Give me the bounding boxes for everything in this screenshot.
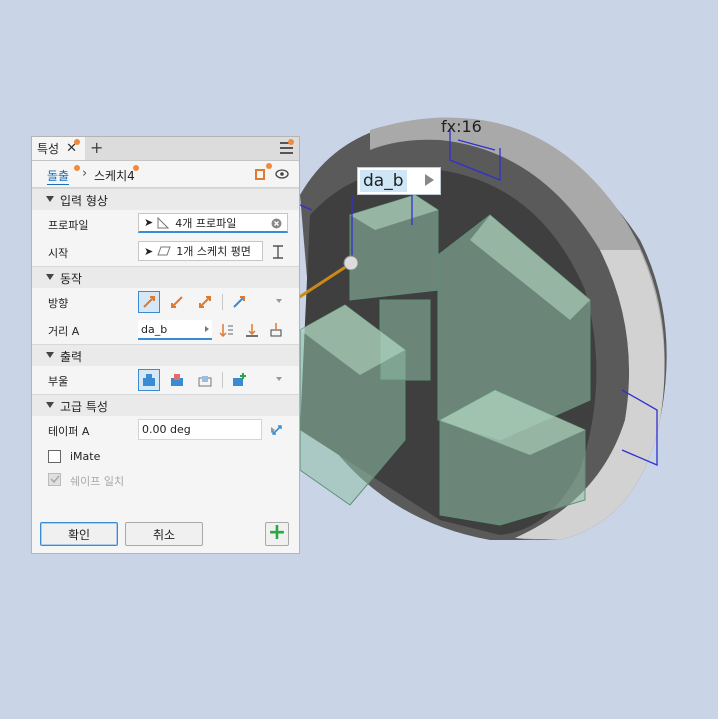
properties-panel: 특성 ✕ + 돌출 › 스케치4 입력 형상 프로파일 ➤ 4개 프로파일 시작… — [31, 136, 300, 554]
boolean-row: 부울 — [32, 366, 299, 394]
apply-add-icon[interactable]: + — [265, 522, 289, 546]
divider — [222, 372, 223, 388]
panel-tab-bar: 특성 ✕ + — [32, 137, 299, 161]
start-selector[interactable]: ➤ 1개 스케치 평면 — [138, 241, 263, 261]
section-advanced-label: 고급 특성 — [60, 400, 108, 414]
direction-default-icon — [143, 296, 155, 308]
feature-badge-icon — [74, 165, 80, 171]
cursor-arrow-icon: ➤ — [144, 244, 154, 258]
plane-icon — [157, 246, 171, 256]
add-tab-icon[interactable]: + — [90, 138, 103, 157]
collapse-triangle-icon[interactable] — [46, 352, 54, 358]
chevron-down-icon[interactable] — [276, 299, 282, 303]
new-solid-icon — [233, 373, 246, 386]
collapse-triangle-icon[interactable] — [46, 402, 54, 408]
start-offset-icon[interactable] — [272, 245, 284, 259]
section-advanced[interactable]: 고급 특성 — [32, 394, 299, 416]
new-solid-button[interactable] — [228, 369, 250, 391]
tab-properties-label: 특성 — [37, 142, 60, 156]
chevron-right-icon: › — [82, 166, 88, 181]
to-next-icon[interactable] — [244, 322, 260, 338]
taper-row: 테이퍼 A 0.00 deg — [32, 416, 299, 444]
distance-label: 거리 A — [48, 325, 80, 338]
intersect-icon — [198, 376, 212, 387]
cut-icon — [171, 374, 183, 386]
taper-label: 테이퍼 A — [48, 425, 90, 438]
section-behavior-label: 동작 — [60, 272, 83, 286]
direction-row: 방향 — [32, 288, 299, 316]
direction-label: 방향 — [48, 297, 69, 310]
section-input-geometry-label: 입력 형상 — [60, 194, 108, 208]
chevron-down-icon[interactable] — [276, 377, 282, 381]
section-output[interactable]: 출력 — [32, 344, 299, 366]
taper-value: 0.00 deg — [142, 423, 191, 436]
breadcrumb-feature[interactable]: 돌출 — [47, 167, 70, 185]
section-behavior[interactable]: 동작 — [32, 266, 299, 288]
sketch-badge-icon — [133, 165, 139, 171]
cancel-button[interactable]: 취소 — [125, 522, 203, 546]
profile-icon — [157, 216, 170, 228]
boolean-cut-button[interactable] — [166, 369, 188, 391]
to-face-icon[interactable] — [268, 322, 284, 338]
dimension-value[interactable]: da_b — [360, 170, 407, 192]
distance-row: 거리 A da_b — [32, 316, 299, 344]
direction-asymmetric-icon — [233, 296, 245, 308]
boolean-intersect-button[interactable] — [194, 369, 216, 391]
direction-default-button[interactable] — [138, 291, 160, 313]
direction-flipped-button[interactable] — [166, 291, 188, 313]
join-icon — [143, 374, 155, 386]
start-row: 시작 ➤ 1개 스케치 평면 — [32, 238, 299, 266]
cursor-arrow-icon: ➤ — [144, 216, 154, 229]
match-shape-row: 쉐이프 일치 — [32, 467, 299, 490]
checkmark-icon — [50, 475, 60, 484]
distance-extents-icon[interactable] — [218, 322, 234, 338]
start-label: 시작 — [48, 247, 69, 260]
direction-symmetric-button[interactable] — [194, 291, 216, 313]
profile-selector[interactable]: ➤ 4개 프로파일 — [138, 213, 288, 233]
direction-asymmetric-button[interactable] — [228, 291, 250, 313]
profile-label: 프로파일 — [48, 219, 89, 232]
breadcrumb: 돌출 › 스케치4 — [32, 161, 299, 188]
profile-row: 프로파일 ➤ 4개 프로파일 — [32, 210, 299, 238]
distance-input[interactable]: da_b — [138, 320, 212, 340]
distance-spinner-icon[interactable] — [205, 326, 209, 332]
flip-taper-icon[interactable] — [270, 423, 284, 437]
tab-badge-icon — [74, 139, 80, 145]
distance-value: da_b — [141, 323, 168, 336]
boolean-label: 부울 — [48, 375, 69, 388]
preview-badge-icon — [266, 163, 272, 169]
direction-flipped-icon — [171, 296, 183, 308]
imate-checkbox[interactable] — [48, 450, 61, 463]
boolean-join-button[interactable] — [138, 369, 160, 391]
dimension-input-box[interactable]: da_b — [357, 167, 441, 195]
menu-badge-icon — [288, 139, 294, 145]
imate-label: iMate — [70, 450, 101, 463]
divider — [222, 294, 223, 310]
section-output-label: 출력 — [60, 350, 83, 364]
start-value: 1개 스케치 평면 — [176, 245, 251, 258]
dimension-options-arrow-icon[interactable] — [425, 174, 434, 186]
collapse-triangle-icon[interactable] — [46, 196, 54, 202]
eye-icon[interactable] — [275, 169, 289, 179]
breadcrumb-sketch[interactable]: 스케치4 — [94, 167, 135, 184]
profile-value: 4개 프로파일 — [175, 216, 237, 230]
taper-input[interactable]: 0.00 deg — [138, 419, 275, 440]
direction-symmetric-icon — [199, 296, 211, 308]
imate-row: iMate — [32, 444, 299, 467]
preview-solid-icon[interactable] — [254, 167, 268, 181]
collapse-triangle-icon[interactable] — [46, 274, 54, 280]
ok-button[interactable]: 확인 — [40, 522, 118, 546]
section-input-geometry[interactable]: 입력 형상 — [32, 188, 299, 210]
clear-icon[interactable] — [271, 218, 282, 229]
match-shape-label: 쉐이프 일치 — [70, 475, 125, 488]
dimension-fx-label: fx:16 — [441, 117, 482, 136]
